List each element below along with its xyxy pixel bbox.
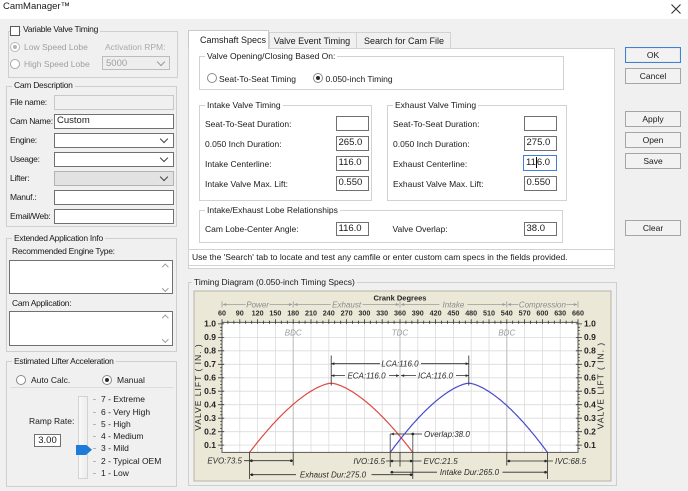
- svg-text:Exhaust Dur:275.0: Exhaust Dur:275.0: [300, 471, 367, 480]
- svg-text:0.4: 0.4: [204, 400, 216, 410]
- svg-text:0.6: 0.6: [204, 373, 216, 383]
- svg-text:IVC:68.5: IVC:68.5: [555, 457, 587, 466]
- svg-text:BDC: BDC: [498, 329, 515, 338]
- svg-text:EVC:21.5: EVC:21.5: [424, 457, 459, 466]
- svg-text:TDC: TDC: [392, 329, 409, 338]
- svg-text:0.7: 0.7: [204, 359, 216, 369]
- svg-text:420: 420: [430, 308, 442, 317]
- svg-text:450: 450: [447, 308, 459, 317]
- svg-text:300: 300: [358, 308, 370, 317]
- svg-text:Intake Dur:265.0: Intake Dur:265.0: [440, 468, 500, 477]
- svg-text:120: 120: [252, 308, 264, 317]
- svg-text:VALVE LIFT ( IN. ): VALVE LIFT ( IN. ): [193, 343, 203, 430]
- svg-text:480: 480: [465, 308, 477, 317]
- svg-text:210: 210: [305, 308, 317, 317]
- svg-text:LCA:116.0: LCA:116.0: [381, 360, 419, 369]
- svg-text:VALVE LIFT ( IN. ): VALVE LIFT ( IN. ): [596, 342, 606, 429]
- svg-text:60: 60: [218, 308, 226, 317]
- svg-text:0.4: 0.4: [584, 400, 596, 410]
- svg-text:660: 660: [572, 308, 584, 317]
- svg-text:0.2: 0.2: [584, 427, 596, 437]
- svg-text:540: 540: [501, 308, 513, 317]
- svg-text:0.8: 0.8: [584, 346, 596, 356]
- svg-text:330: 330: [376, 308, 388, 317]
- svg-text:570: 570: [519, 308, 531, 317]
- svg-text:270: 270: [341, 308, 353, 317]
- svg-text:ICA:116.0: ICA:116.0: [418, 372, 454, 381]
- svg-text:IVO:16.5: IVO:16.5: [353, 457, 385, 466]
- svg-text:0.9: 0.9: [204, 332, 216, 342]
- svg-text:0.9: 0.9: [584, 332, 596, 342]
- svg-text:630: 630: [554, 308, 566, 317]
- svg-text:0.1: 0.1: [584, 440, 596, 450]
- svg-text:0.8: 0.8: [204, 346, 216, 356]
- svg-text:0.2: 0.2: [204, 427, 216, 437]
- svg-text:90: 90: [236, 308, 244, 317]
- svg-text:0.5: 0.5: [204, 386, 216, 396]
- svg-text:510: 510: [483, 308, 495, 317]
- svg-text:1.0: 1.0: [584, 319, 596, 329]
- svg-text:EVO:73.5: EVO:73.5: [207, 457, 242, 466]
- svg-text:BDC: BDC: [285, 329, 302, 338]
- svg-text:240: 240: [323, 308, 335, 317]
- svg-text:Crank Degrees: Crank Degrees: [374, 294, 427, 303]
- svg-text:600: 600: [536, 308, 548, 317]
- svg-text:0.6: 0.6: [584, 373, 596, 383]
- svg-text:360: 360: [394, 308, 406, 317]
- svg-text:390: 390: [412, 308, 424, 317]
- svg-text:ECA:116.0: ECA:116.0: [347, 372, 386, 381]
- svg-text:Overlap:38.0: Overlap:38.0: [424, 430, 470, 439]
- svg-text:0.3: 0.3: [204, 413, 216, 423]
- svg-text:180: 180: [287, 308, 299, 317]
- svg-text:150: 150: [269, 308, 281, 317]
- svg-text:0.5: 0.5: [584, 386, 596, 396]
- svg-text:0.1: 0.1: [204, 440, 216, 450]
- svg-text:0.3: 0.3: [584, 413, 596, 423]
- svg-text:0.7: 0.7: [584, 359, 596, 369]
- svg-text:1.0: 1.0: [204, 319, 216, 329]
